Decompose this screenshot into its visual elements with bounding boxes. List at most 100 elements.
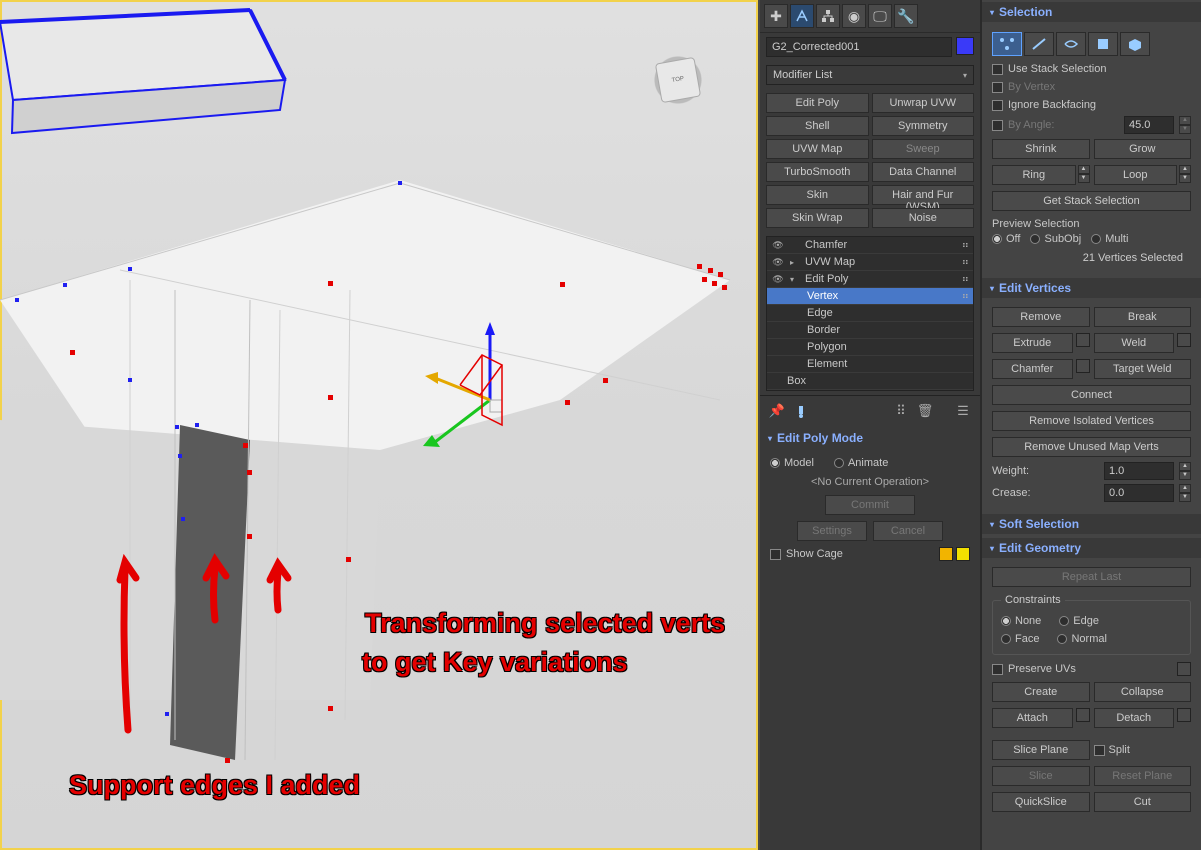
mod-unwrap-uvw[interactable]: Unwrap UVW [872,93,975,113]
radio-none[interactable]: None [1001,615,1041,627]
radio-multi[interactable]: Multi [1091,233,1128,245]
preserve-uvs-checkbox[interactable] [992,664,1003,675]
selection-header[interactable]: Selection [982,2,1201,22]
utilities-tab[interactable]: 🔧 [894,4,918,28]
pin-stack-icon[interactable]: 📌 [768,402,786,420]
stack-box[interactable]: Box [767,373,973,390]
connect-button[interactable]: Connect [992,385,1191,405]
stack-chamfer[interactable]: 👁Chamfer⠶ [767,237,973,254]
make-unique-icon[interactable]: ⠿ [892,402,910,420]
chamfer-button[interactable]: Chamfer [992,359,1073,379]
subobj-polygon[interactable] [1088,32,1118,56]
soft-selection-header[interactable]: Soft Selection [982,514,1201,534]
radio-animate[interactable]: Animate [834,457,888,469]
cut-button[interactable]: Cut [1094,792,1192,812]
weight-input[interactable] [1104,462,1174,480]
slice-plane-button[interactable]: Slice Plane [992,740,1090,760]
detach-button[interactable]: Detach [1094,708,1175,728]
radio-normal[interactable]: Normal [1057,633,1106,645]
crease-spinner[interactable]: ▲▼ [1179,484,1191,502]
mod-shell[interactable]: Shell [766,116,869,136]
show-cage-checkbox[interactable] [770,549,781,560]
ring-spinner[interactable]: ▲▼ [1078,165,1090,185]
loop-button[interactable]: Loop [1094,165,1178,185]
show-end-result-icon[interactable] [792,402,810,420]
get-stack-button[interactable]: Get Stack Selection [992,191,1191,211]
create-button[interactable]: Create [992,682,1090,702]
remove-modifier-icon[interactable]: 🗑 [916,402,934,420]
commit-button[interactable]: Commit [825,495,915,515]
grow-button[interactable]: Grow [1094,139,1192,159]
radio-edge[interactable]: Edge [1059,615,1099,627]
stack-edge[interactable]: Edge [767,305,973,322]
modifier-list-dropdown[interactable]: Modifier List [766,65,974,85]
remove-button[interactable]: Remove [992,307,1090,327]
subobj-vertex[interactable] [992,32,1022,56]
cage-color-2[interactable] [956,547,970,561]
repeat-last-button[interactable]: Repeat Last [992,567,1191,587]
loop-spinner[interactable]: ▲▼ [1179,165,1191,185]
extrude-options[interactable] [1076,333,1090,347]
motion-tab[interactable]: ◉ [842,4,866,28]
stack-element[interactable]: Element [767,356,973,373]
use-stack-checkbox[interactable] [992,64,1003,75]
stack-vertex[interactable]: Vertex⠶ [767,288,973,305]
stack-polygon[interactable]: Polygon [767,339,973,356]
object-color-swatch[interactable] [956,37,974,55]
object-name-input[interactable] [766,37,952,57]
modify-tab[interactable] [790,4,814,28]
mod-turbosmooth[interactable]: TurboSmooth [766,162,869,182]
mod-hair-fur[interactable]: Hair and Fur (WSM) [872,185,975,205]
radio-subobj[interactable]: SubObj [1030,233,1081,245]
preserve-uvs-options[interactable] [1177,662,1191,676]
radio-off[interactable]: Off [992,233,1020,245]
mod-sweep[interactable]: Sweep [872,139,975,159]
hierarchy-tab[interactable] [816,4,840,28]
mod-noise[interactable]: Noise [872,208,975,228]
mod-symmetry[interactable]: Symmetry [872,116,975,136]
extrude-button[interactable]: Extrude [992,333,1073,353]
shrink-button[interactable]: Shrink [992,139,1090,159]
subobj-edge[interactable] [1024,32,1054,56]
viewport-3d[interactable]: Transforming selected verts to get Key v… [0,0,760,850]
stack-border[interactable]: Border [767,322,973,339]
weight-spinner[interactable]: ▲▼ [1179,462,1191,480]
weld-button[interactable]: Weld [1094,333,1175,353]
ring-button[interactable]: Ring [992,165,1076,185]
remove-map-button[interactable]: Remove Unused Map Verts [992,437,1191,457]
cancel-button[interactable]: Cancel [873,521,943,541]
target-weld-button[interactable]: Target Weld [1094,359,1192,379]
mod-edit-poly[interactable]: Edit Poly [766,93,869,113]
weld-options[interactable] [1177,333,1191,347]
stack-uvw-map[interactable]: 👁▸UVW Map⠶ [767,254,973,271]
detach-options[interactable] [1177,708,1191,722]
cage-color-1[interactable] [939,547,953,561]
mod-skin-wrap[interactable]: Skin Wrap [766,208,869,228]
quickslice-button[interactable]: QuickSlice [992,792,1090,812]
radio-model[interactable]: Model [770,457,814,469]
mod-data-channel[interactable]: Data Channel [872,162,975,182]
break-button[interactable]: Break [1094,307,1192,327]
slice-button[interactable]: Slice [992,766,1090,786]
edit-poly-mode-header[interactable]: Edit Poly Mode [760,428,980,448]
edit-geometry-header[interactable]: Edit Geometry [982,538,1201,558]
display-tab[interactable]: 🖵 [868,4,892,28]
configure-sets-icon[interactable]: ☰ [954,402,972,420]
collapse-button[interactable]: Collapse [1094,682,1192,702]
viewcube[interactable]: TOP [655,57,701,103]
attach-options[interactable] [1076,708,1090,722]
mod-skin[interactable]: Skin [766,185,869,205]
create-tab[interactable]: ✚ [764,4,788,28]
crease-input[interactable] [1104,484,1174,502]
reset-plane-button[interactable]: Reset Plane [1094,766,1192,786]
attach-button[interactable]: Attach [992,708,1073,728]
mod-uvw-map[interactable]: UVW Map [766,139,869,159]
remove-iso-button[interactable]: Remove Isolated Vertices [992,411,1191,431]
subobj-border[interactable] [1056,32,1086,56]
chamfer-options[interactable] [1076,359,1090,373]
edit-vertices-header[interactable]: Edit Vertices [982,278,1201,298]
ignore-backfacing-checkbox[interactable] [992,100,1003,111]
split-checkbox[interactable] [1094,745,1105,756]
subobj-element[interactable] [1120,32,1150,56]
radio-face[interactable]: Face [1001,633,1039,645]
